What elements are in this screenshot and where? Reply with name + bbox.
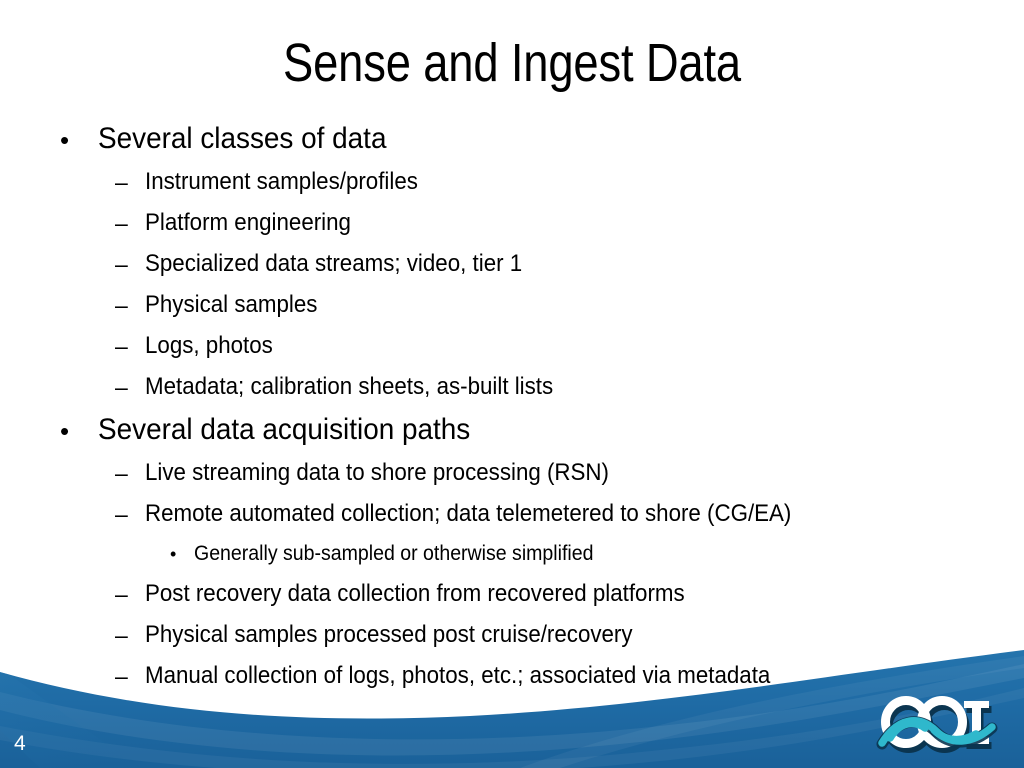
- bullet-text: Logs, photos: [145, 332, 273, 359]
- bullet-text: Manual collection of logs, photos, etc.;…: [145, 662, 771, 689]
- dash-bullet-icon: –: [115, 581, 128, 607]
- dash-bullet-icon: –: [115, 460, 128, 486]
- bullet-item-level-2: – Specialized data streams; video, tier 1: [0, 245, 1024, 286]
- bullet-text: Instrument samples/profiles: [145, 168, 418, 195]
- bullet-item-level-2: –: [0, 698, 1024, 739]
- bullet-text: Several classes of data: [98, 122, 387, 155]
- bullet-item-level-2: – Metadata; calibration sheets, as-built …: [0, 368, 1024, 409]
- bullet-item-level-2: – Instrument samples/profiles: [0, 163, 1024, 204]
- dash-bullet-icon: –: [115, 501, 128, 527]
- page-number: 4: [14, 732, 26, 755]
- slide-body-content: • Several classes of data – Instrument samp…: [0, 118, 1024, 739]
- dot-bullet-icon: •: [170, 544, 177, 564]
- dot-bullet-icon: •: [60, 416, 70, 446]
- bullet-item-level-2: – Logs, photos: [0, 327, 1024, 368]
- bullet-text: Platform engineering: [145, 209, 351, 236]
- bullet-text: Metadata; calibration sheets, as-built l…: [145, 373, 554, 400]
- bullet-text: Specialized data streams; video, tier 1: [145, 250, 523, 277]
- bullet-item-level-2: – Manual collection of logs, photos, etc.…: [0, 657, 1024, 698]
- dash-bullet-icon: –: [115, 251, 128, 277]
- dash-bullet-icon: –: [115, 292, 128, 318]
- bullet-text: Physical samples processed post cruise/r…: [145, 621, 633, 648]
- bullet-item-level-2: – Live streaming data to shore processing…: [0, 454, 1024, 495]
- slide: Sense and Ingest Data • Several classes o…: [0, 0, 1024, 768]
- bullet-item-level-2: – Platform engineering: [0, 204, 1024, 245]
- dash-bullet-icon: –: [115, 169, 128, 195]
- dash-bullet-icon: –: [115, 622, 128, 648]
- bullet-text: Physical samples: [145, 291, 318, 318]
- bullet-item-level-2: – Remote automated collection; data telem…: [0, 495, 1024, 536]
- bullet-item-level-2: – Physical samples: [0, 286, 1024, 327]
- dash-bullet-icon: –: [115, 210, 128, 236]
- ooi-logo: [876, 694, 1002, 760]
- bullet-item-level-1: • Several classes of data: [0, 118, 1024, 163]
- bullet-text: Live streaming data to shore processing …: [145, 459, 609, 486]
- dash-bullet-icon: –: [115, 663, 128, 689]
- bullet-text: Generally sub-sampled or otherwise simpl…: [194, 542, 594, 565]
- dash-bullet-icon: –: [115, 374, 128, 400]
- slide-title: Sense and Ingest Data: [283, 33, 741, 93]
- bullet-item-level-3: • Generally sub-sampled or otherwise simp…: [0, 536, 1024, 575]
- bullet-text: Post recovery data collection from recov…: [145, 580, 685, 607]
- dot-bullet-icon: •: [60, 125, 70, 155]
- dash-bullet-icon: –: [115, 704, 128, 730]
- bullet-text: Several data acquisition paths: [98, 413, 471, 446]
- bullet-item-level-2: – Physical samples processed post cruise/…: [0, 616, 1024, 657]
- bullet-item-level-1: • Several data acquisition paths: [0, 409, 1024, 454]
- bullet-text: Remote automated collection; data teleme…: [145, 500, 792, 527]
- dash-bullet-icon: –: [115, 333, 128, 359]
- bullet-item-level-2: – Post recovery data collection from reco…: [0, 575, 1024, 616]
